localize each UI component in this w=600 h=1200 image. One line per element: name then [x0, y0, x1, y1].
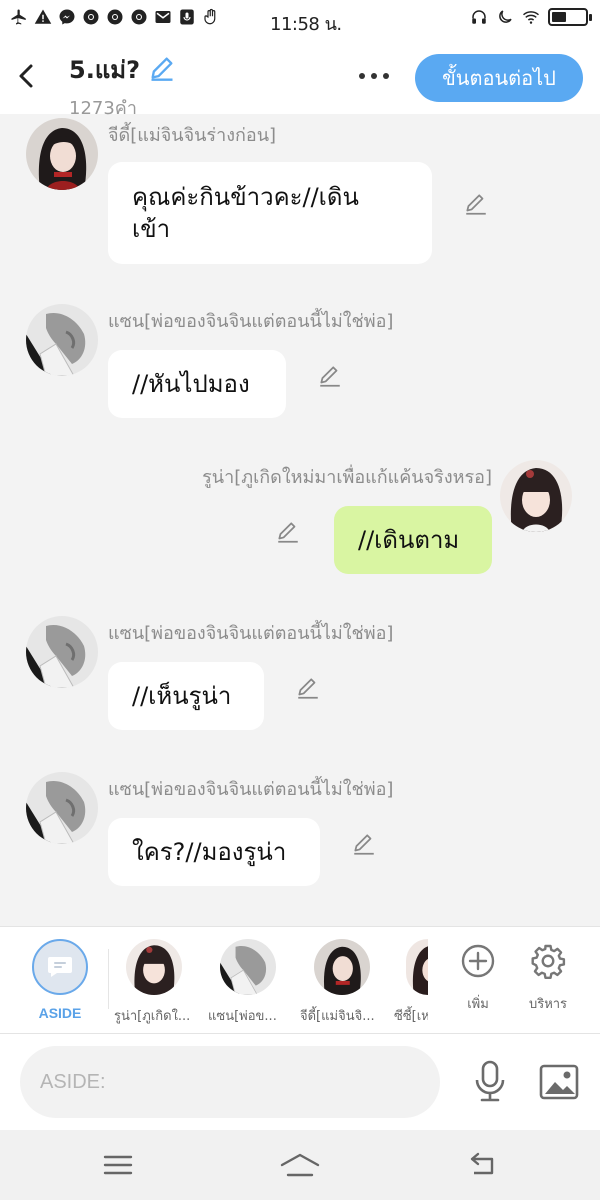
pencil-icon [320, 366, 340, 387]
message-input-bar [0, 1034, 600, 1130]
chat-area[interactable]: จีดี้[แม่จินจินร่างก่อน] คุณค่ะกินข้าวคะ… [0, 114, 600, 926]
pencil-icon [298, 678, 318, 699]
title-block: 5.แม่? 1273คำ [69, 50, 176, 122]
dot [359, 73, 365, 79]
next-step-button[interactable]: ขั้นตอนต่อไป [415, 54, 583, 102]
avatar-hand-icon [26, 616, 98, 688]
dot [383, 73, 389, 79]
message-bubble[interactable]: //เห็นรูน่า [108, 662, 264, 730]
chrome-icon [106, 8, 124, 26]
edit-message-button[interactable] [294, 674, 322, 702]
edit-message-button[interactable] [274, 518, 302, 546]
character-name: แซน[พ่อข... [208, 1009, 277, 1024]
message-bubble-mine[interactable]: //เดินตาม [334, 506, 492, 574]
back-button[interactable] [12, 58, 42, 94]
speech-bubble-icon [48, 957, 72, 977]
back-nav-button[interactable] [462, 1148, 502, 1182]
system-icons [470, 8, 592, 26]
sender-name: แซน[พ่อของจินจินแต่ตอนนี้ไม่ใช่พ่อ] [108, 623, 394, 644]
avatar[interactable] [26, 304, 98, 376]
mail-icon [154, 8, 172, 26]
warning-icon [34, 8, 52, 26]
plus-circle-icon [461, 944, 495, 978]
manage-label: บริหาร [528, 997, 568, 1012]
wifi-icon [522, 8, 540, 26]
avatar[interactable] [26, 772, 98, 844]
character-avatar[interactable] [220, 939, 276, 995]
edit-title-button[interactable] [148, 54, 176, 86]
edit-message-button[interactable] [316, 362, 344, 390]
image-icon [539, 1064, 579, 1100]
page-title: 5.แม่? [69, 56, 141, 84]
return-icon [470, 1152, 494, 1175]
clock: 11:58 น. [270, 14, 342, 35]
battery-level [552, 12, 566, 22]
pencil-icon [354, 834, 374, 855]
microphone-button[interactable] [468, 1058, 512, 1106]
headphones-icon [470, 8, 488, 26]
character-selector: ASIDE รูน่า[ภูเกิดใ... แซน[พ่อข... จีดี้… [0, 926, 600, 1034]
avatar-hand-icon [26, 772, 98, 844]
airplane-icon [10, 8, 28, 26]
moon-icon [496, 8, 514, 26]
hand-icon [202, 8, 220, 26]
divider [108, 949, 109, 1009]
chrome-icon [130, 8, 148, 26]
status-bar: 11:58 น. [0, 0, 600, 40]
avatar-partial-icon [406, 939, 428, 995]
chrome-icon [82, 8, 100, 26]
menu-button[interactable] [98, 1148, 138, 1182]
add-label: เพิ่ม [467, 997, 489, 1012]
edit-message-button[interactable] [350, 830, 378, 858]
sender-name: รูน่า[ภูเกิดใหม่มาเพื่อแก้แค้นจริงหรอ] [202, 467, 492, 488]
battery-icon [548, 8, 592, 26]
sender-name: จีดี้[แม่จินจินร่างก่อน] [108, 125, 277, 146]
microphone-icon [475, 1060, 505, 1102]
avatar[interactable] [26, 118, 98, 190]
character-name: ซีซี้[เห [394, 1009, 428, 1024]
system-navigation-bar [0, 1130, 600, 1200]
voice-recorder-icon [178, 8, 196, 26]
avatar-woman-red-icon [26, 118, 98, 190]
image-button[interactable] [536, 1060, 582, 1104]
character-avatar[interactable] [126, 939, 182, 995]
add-character-button[interactable] [456, 939, 500, 983]
pencil-icon [278, 522, 298, 543]
edit-message-button[interactable] [462, 190, 490, 218]
avatar-hand-icon [220, 939, 276, 995]
avatar-hand-icon [26, 304, 98, 376]
pencil-icon [466, 194, 486, 215]
notification-icons [10, 8, 220, 26]
messenger-icon [58, 8, 76, 26]
aside-label: ASIDE [38, 1005, 82, 1021]
character-avatar[interactable] [406, 939, 428, 995]
aside-button[interactable] [32, 939, 88, 995]
home-icon [280, 1153, 320, 1177]
avatar-woman-red-icon [314, 939, 370, 995]
character-name: จีดี้[แม่จินจิ... [300, 1009, 375, 1024]
dot [371, 73, 377, 79]
more-options-button[interactable] [354, 64, 394, 88]
sender-name: แซน[พ่อของจินจินแต่ตอนนี้ไม่ใช่พ่อ] [108, 311, 394, 332]
home-button[interactable] [280, 1148, 320, 1182]
manage-button[interactable] [526, 939, 570, 983]
gear-icon [531, 944, 566, 979]
sender-name: แซน[พ่อของจินจินแต่ตอนนี้ไม่ใช่พ่อ] [108, 779, 394, 800]
pencil-icon [151, 57, 173, 81]
avatar-woman-bangs-icon [126, 939, 182, 995]
avatar[interactable] [500, 460, 572, 532]
chevron-left-icon [19, 64, 33, 88]
avatar-woman-bangs-icon [500, 460, 572, 532]
message-bubble[interactable]: //หันไปมอง [108, 350, 286, 418]
avatar[interactable] [26, 616, 98, 688]
message-bubble[interactable]: คุณค่ะกินข้าวคะ//เดิน เข้า [108, 162, 432, 264]
menu-icon [103, 1155, 133, 1175]
character-name: รูน่า[ภูเกิดใ... [114, 1009, 191, 1024]
character-avatar[interactable] [314, 939, 370, 995]
message-bubble[interactable]: ใคร?//มองรูน่า [108, 818, 320, 886]
message-input[interactable] [20, 1046, 440, 1118]
chat-header: 5.แม่? 1273คำ ขั้นตอนต่อไป [0, 40, 600, 119]
